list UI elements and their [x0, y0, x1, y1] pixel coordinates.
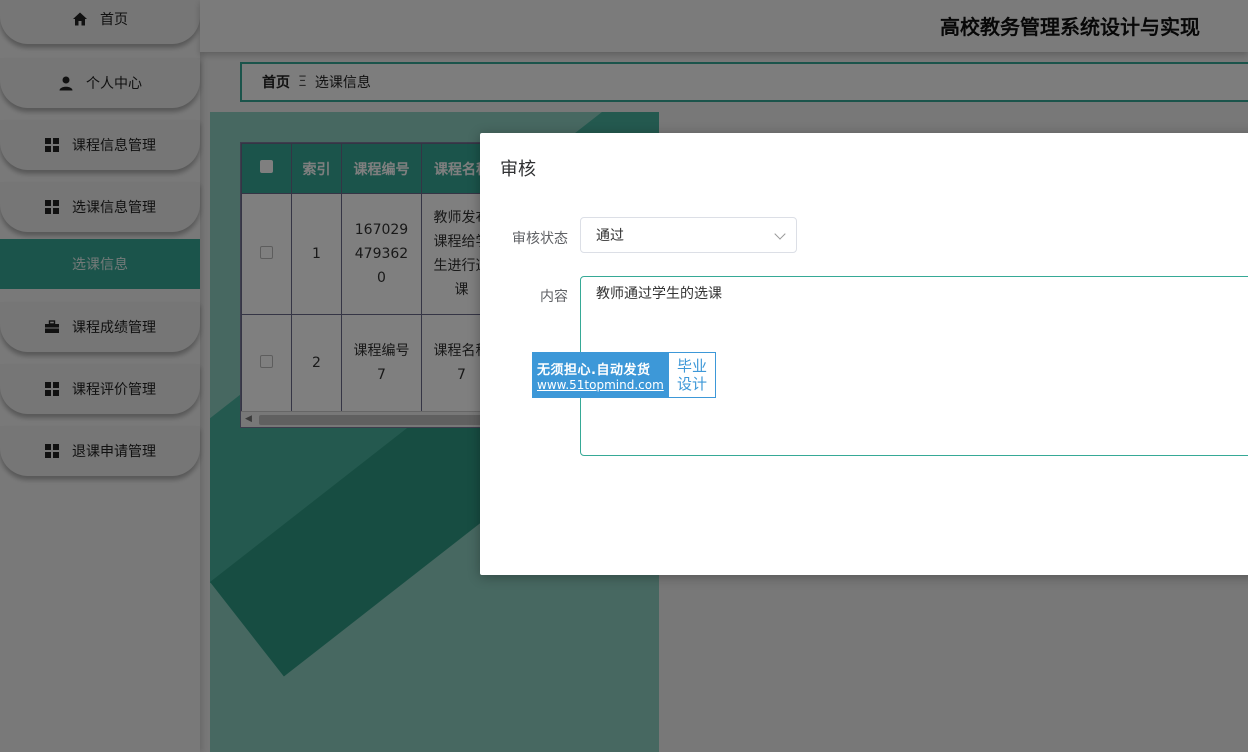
dialog-title: 审核 [500, 159, 536, 180]
watermark-text: 毕业 [676, 357, 707, 375]
watermark-text: 设计 [676, 375, 707, 393]
chevron-down-icon [774, 228, 786, 240]
watermark-badge: 无须担心.自动发货 www.51topmind.com 毕业 设计 [532, 352, 716, 398]
status-select[interactable]: 通过 [580, 217, 797, 253]
status-selected-value: 通过 [596, 228, 624, 244]
content-label: 内容 [540, 289, 568, 305]
watermark-slogan: 无须担心.自动发货 [537, 362, 651, 378]
watermark-left: 无须担心.自动发货 www.51topmind.com [533, 353, 669, 397]
watermark-url: www.51topmind.com [537, 377, 664, 392]
status-label: 审核状态 [512, 231, 568, 247]
watermark-right: 毕业 设计 [669, 353, 715, 397]
